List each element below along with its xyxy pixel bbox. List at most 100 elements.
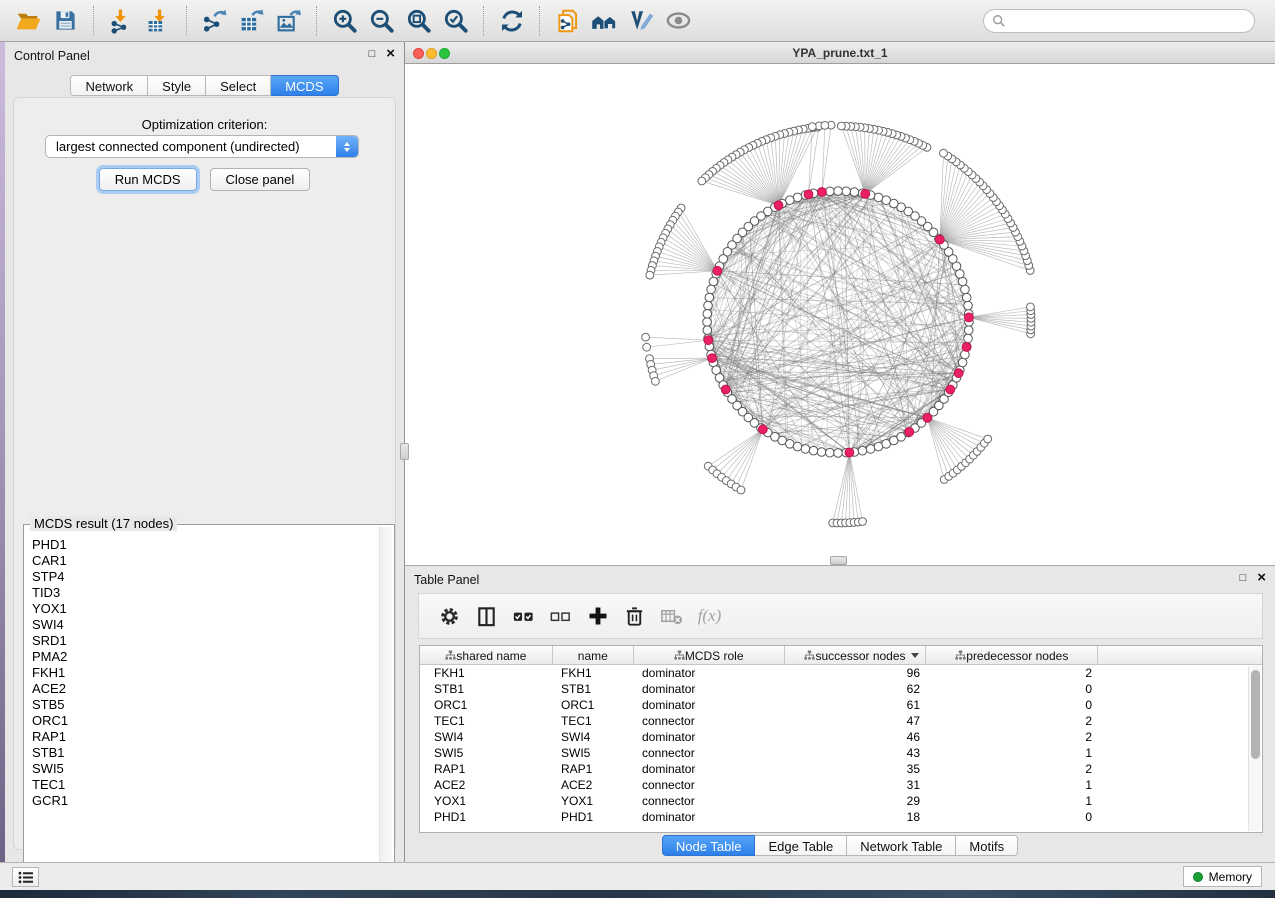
table-cell: PHD1	[553, 809, 634, 825]
column-header-name[interactable]: name	[553, 646, 634, 665]
table-cell: ACE2	[553, 777, 634, 793]
add-column-icon[interactable]	[584, 603, 611, 630]
export-image-icon[interactable]	[273, 5, 304, 36]
column-header-successor-nodes[interactable]: successor nodes	[785, 646, 927, 665]
tab-edge-table[interactable]: Edge Table	[755, 835, 847, 856]
zoom-fit-icon[interactable]	[403, 5, 434, 36]
mcds-result-item[interactable]: STB5	[26, 697, 377, 713]
tab-style[interactable]: Style	[148, 75, 206, 96]
column-header-label: successor nodes	[815, 649, 905, 663]
column-header-label: shared name	[456, 649, 526, 663]
mcds-result-item[interactable]: SWI4	[26, 617, 377, 633]
float-table-panel-icon[interactable]: □	[1240, 571, 1247, 585]
network-window-titlebar[interactable]: YPA_prune.txt_1	[405, 42, 1275, 64]
show-all-networks-icon[interactable]	[589, 5, 620, 36]
table-cell: TEC1	[553, 713, 634, 729]
horizontal-splitter-handle[interactable]	[830, 556, 847, 565]
tab-network[interactable]: Network	[70, 75, 148, 96]
close-panel-icon[interactable]: ×	[386, 47, 395, 61]
column-header-predecessor-nodes[interactable]: predecessor nodes	[926, 646, 1098, 665]
vizmapper-icon[interactable]	[626, 5, 657, 36]
zoom-selected-icon[interactable]	[440, 5, 471, 36]
show-columns-icon[interactable]	[473, 603, 500, 630]
network-canvas[interactable]	[405, 64, 1275, 565]
float-panel-icon[interactable]: □	[369, 47, 376, 61]
clone-network-icon[interactable]	[552, 5, 583, 36]
table-row[interactable]: TEC1TEC1connector472	[420, 713, 1262, 729]
refresh-icon[interactable]	[496, 5, 527, 36]
export-table-icon[interactable]	[236, 5, 267, 36]
select-all-icon[interactable]	[510, 603, 537, 630]
table-row[interactable]: ACE2ACE2connector311	[420, 777, 1262, 793]
table-options-icon[interactable]	[436, 603, 463, 630]
search-input[interactable]	[1006, 13, 1246, 29]
vertical-splitter-handle[interactable]	[400, 443, 409, 460]
search-field[interactable]	[983, 9, 1255, 33]
table-row[interactable]: SWI4SWI4dominator462	[420, 729, 1262, 745]
mcds-result-item[interactable]: CAR1	[26, 553, 377, 569]
table-scrollbar[interactable]	[1248, 666, 1261, 831]
table-row[interactable]: SWI5SWI5connector431	[420, 745, 1262, 761]
table-toolbar: f(x)	[418, 593, 1263, 639]
import-table-icon[interactable]	[143, 5, 174, 36]
open-session-icon[interactable]	[13, 5, 44, 36]
mcds-result-item[interactable]: SRD1	[26, 633, 377, 649]
mcds-result-item[interactable]: ACE2	[26, 681, 377, 697]
delete-column-icon[interactable]	[621, 603, 648, 630]
traffic-light-zoom-icon[interactable]	[439, 48, 450, 59]
table-cell: 31	[785, 777, 927, 793]
mcds-result-item[interactable]: YOX1	[26, 601, 377, 617]
mcds-result-item[interactable]: RAP1	[26, 729, 377, 745]
network-graph[interactable]	[405, 64, 1275, 565]
traffic-light-minimize-icon[interactable]	[426, 48, 437, 59]
mcds-result-item[interactable]: TEC1	[26, 777, 377, 793]
mcds-result-item[interactable]: TID3	[26, 585, 377, 601]
mcds-result-item[interactable]: FKH1	[26, 665, 377, 681]
export-network-icon[interactable]	[199, 5, 230, 36]
table-row[interactable]: STB1STB1dominator620	[420, 681, 1262, 697]
toggle-visibility-icon[interactable]	[663, 5, 694, 36]
mcds-result-item[interactable]: PMA2	[26, 649, 377, 665]
table-cell: 47	[785, 713, 927, 729]
table-row[interactable]: RAP1RAP1dominator352	[420, 761, 1262, 777]
table-cell: SWI4	[420, 729, 553, 745]
column-header-MCDS-role[interactable]: MCDS role	[634, 646, 785, 665]
function-builder-icon: f(x)	[695, 603, 722, 630]
control-panel-tabs: NetworkStyleSelectMCDS	[5, 75, 404, 96]
mcds-result-item[interactable]: PHD1	[26, 537, 377, 553]
mcds-result-item[interactable]: ORC1	[26, 713, 377, 729]
table-scrollbar-thumb[interactable]	[1251, 670, 1260, 759]
run-mcds-button[interactable]: Run MCDS	[99, 168, 197, 191]
table-row[interactable]: PHD1PHD1dominator180	[420, 809, 1262, 825]
save-session-icon[interactable]	[50, 5, 81, 36]
traffic-light-close-icon[interactable]	[413, 48, 424, 59]
tab-mcds[interactable]: MCDS	[271, 75, 338, 96]
table-cell: YOX1	[420, 793, 553, 809]
close-table-panel-icon[interactable]: ×	[1257, 571, 1266, 585]
table-row[interactable]: YOX1YOX1connector291	[420, 793, 1262, 809]
mcds-result-item[interactable]: GCR1	[26, 793, 377, 809]
table-row[interactable]: ORC1ORC1dominator610	[420, 697, 1262, 713]
column-tree-icon	[955, 650, 966, 661]
tab-node-table[interactable]: Node Table	[662, 835, 756, 856]
close-panel-button[interactable]: Close panel	[210, 168, 311, 191]
mcds-result-item[interactable]: STB1	[26, 745, 377, 761]
mcds-list-scrollbar[interactable]	[379, 527, 392, 891]
tab-select[interactable]: Select	[206, 75, 271, 96]
panel-list-icon[interactable]	[12, 867, 39, 887]
toolbar-separator	[539, 6, 540, 36]
import-network-icon[interactable]	[106, 5, 137, 36]
deselect-all-icon[interactable]	[547, 603, 574, 630]
table-row[interactable]: FKH1FKH1dominator962	[420, 665, 1262, 681]
mcds-result-item[interactable]: SWI5	[26, 761, 377, 777]
tab-motifs[interactable]: Motifs	[956, 835, 1018, 856]
select-stepper-icon[interactable]	[336, 136, 358, 157]
table-cell: STB1	[420, 681, 553, 697]
zoom-in-icon[interactable]	[329, 5, 360, 36]
zoom-out-icon[interactable]	[366, 5, 397, 36]
column-header-shared-name[interactable]: shared name	[420, 646, 553, 665]
criterion-select[interactable]: largest connected component (undirected)	[45, 135, 359, 158]
memory-button[interactable]: Memory	[1183, 866, 1262, 887]
mcds-result-item[interactable]: STP4	[26, 569, 377, 585]
tab-network-table[interactable]: Network Table	[847, 835, 956, 856]
